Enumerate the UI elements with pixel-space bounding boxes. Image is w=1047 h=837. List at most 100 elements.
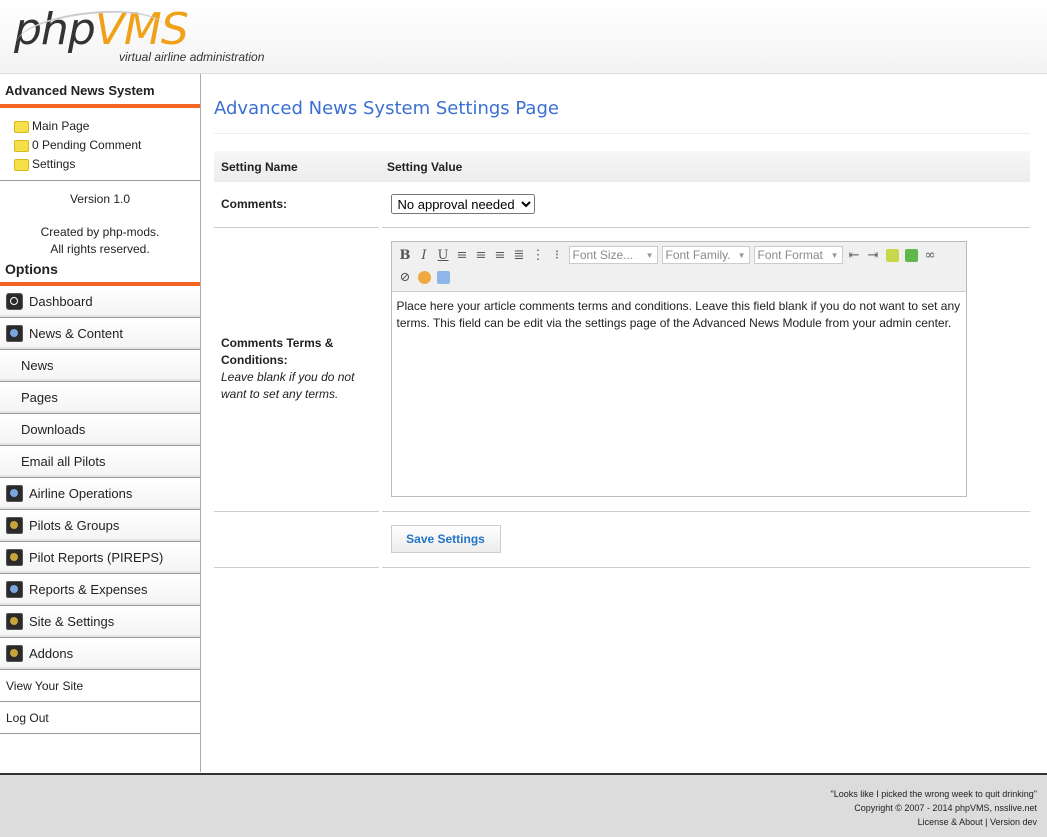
terms-editor-cell: B I U ≡ ≡ ≡ ≣ ⋮ ⁝ Font Size... ▼ Font Fam… [378, 227, 1030, 512]
emoticon-icon[interactable] [415, 268, 434, 287]
font-size-dropdown[interactable]: Font Size... ▼ [568, 246, 658, 264]
indent-icon[interactable]: ⇥ [864, 246, 883, 265]
menu-news-content[interactable]: News & Content [0, 318, 200, 350]
menu-log-out[interactable]: Log Out [0, 702, 200, 734]
source-icon[interactable] [434, 268, 453, 287]
edit-html-icon[interactable] [883, 246, 902, 265]
font-format-label: Font Format [757, 248, 823, 262]
menu-addons[interactable]: Addons [0, 638, 200, 670]
module-version: Version 1.0 [69, 192, 131, 206]
unordered-list-icon[interactable]: ⁝ [548, 246, 567, 265]
license-link[interactable]: License & About [918, 817, 983, 827]
menu-news-label: News [21, 358, 54, 373]
align-left-icon[interactable]: ≡ [453, 246, 472, 265]
footer-links: License & About | Version dev [0, 815, 1037, 829]
chevron-down-icon: ▼ [645, 250, 654, 260]
link-settings[interactable]: Settings [14, 155, 200, 174]
editor-content[interactable]: Place here your article comments terms a… [392, 292, 966, 338]
table-header-row: Setting Name Setting Value [214, 151, 1030, 182]
airline-operations-icon [6, 485, 23, 502]
col-setting-value: Setting Value [380, 151, 1030, 182]
link-main-page[interactable]: Main Page [14, 117, 200, 136]
menu-site-settings[interactable]: Site & Settings [0, 606, 200, 638]
font-family-dropdown[interactable]: Font Family. ▼ [661, 246, 750, 264]
toolbar-row-2: ⊘ [396, 266, 962, 288]
insert-image-swatch [904, 248, 918, 262]
link-pending-comment-label: 0 Pending Comment [32, 138, 142, 152]
menu-pilot-reports-label: Pilot Reports (PIREPS) [29, 550, 164, 565]
footer-copyright: Copyright © 2007 - 2014 phpVMS, nsslive.… [854, 803, 1037, 813]
menu-pilots-groups[interactable]: Pilots & Groups [0, 510, 200, 542]
align-center-icon[interactable]: ≡ [472, 246, 491, 265]
dashboard-icon [6, 293, 23, 310]
menu-reports-expenses-label: Reports & Expenses [29, 582, 148, 597]
menu-news[interactable]: News [0, 350, 200, 382]
table-row: Comments Terms & Conditions: Leave blank… [214, 227, 1030, 512]
font-family-label: Font Family. [665, 248, 731, 262]
menu-news-content-label: News & Content [29, 326, 123, 341]
link-icon[interactable]: ∞ [921, 246, 940, 265]
credits-prefix: Created by [40, 225, 103, 239]
settings-table: Setting Name Setting Value Comments: No … [214, 151, 1030, 568]
emoticon-swatch [417, 270, 431, 284]
link-main-page-label: Main Page [32, 119, 90, 133]
table-row: Comments: No approval needed [214, 182, 1030, 228]
footer: "Looks like I picked the wrong week to q… [0, 773, 1047, 837]
menu-airline-operations[interactable]: Airline Operations [0, 478, 200, 510]
font-size-label: Font Size... [572, 248, 634, 262]
col-setting-name: Setting Name [214, 151, 380, 182]
save-settings-button[interactable]: Save Settings [390, 525, 501, 553]
table-row: Save Settings [214, 511, 1030, 568]
module-credits: Created by php-mods. All rights reserved… [0, 224, 200, 258]
align-right-icon[interactable]: ≡ [491, 246, 510, 265]
rich-text-editor: B I U ≡ ≡ ≡ ≣ ⋮ ⁝ Font Size... ▼ Font Fam… [390, 241, 967, 497]
link-pending-comment[interactable]: 0 Pending Comment [14, 136, 200, 155]
credits-rights: All rights reserved. [50, 242, 150, 256]
unlink-icon[interactable]: ⊘ [396, 268, 415, 287]
editor-toolbar: B I U ≡ ≡ ≡ ≣ ⋮ ⁝ Font Size... ▼ Font Fam… [391, 242, 966, 292]
header: phpVMS virtual airline administration [0, 0, 1047, 74]
menu-downloads-label: Downloads [21, 422, 86, 437]
menu-dashboard[interactable]: Dashboard [0, 286, 200, 318]
footer-quote: "Looks like I picked the wrong week to q… [830, 789, 1038, 799]
underline-icon[interactable]: U [434, 246, 453, 265]
menu-pages-label: Pages [21, 390, 58, 405]
align-justify-icon[interactable]: ≣ [510, 246, 529, 265]
insert-image-icon[interactable] [902, 246, 921, 265]
comments-approval-select[interactable]: No approval needed [390, 194, 535, 215]
chevron-down-icon: ▼ [737, 250, 746, 260]
credits-author-link[interactable]: php-mods [103, 225, 156, 239]
chevron-down-icon: ▼ [830, 250, 839, 260]
options-title: Options [0, 258, 200, 286]
pilot-reports-icon [6, 549, 23, 566]
menu-view-site[interactable]: View Your Site [0, 670, 200, 702]
menu-pages[interactable]: Pages [0, 382, 200, 414]
menu-downloads[interactable]: Downloads [0, 414, 200, 446]
reports-expenses-icon [6, 581, 23, 598]
comments-value-cell: No approval needed [378, 182, 1030, 228]
font-format-dropdown[interactable]: Font Format ▼ [753, 246, 843, 264]
italic-icon[interactable]: I [415, 246, 434, 265]
sidebar: Advanced News System Main Page 0 Pending… [0, 74, 201, 772]
menu-email-pilots[interactable]: Email all Pilots [0, 446, 200, 478]
terms-label: Comments Terms & Conditions: [221, 336, 334, 367]
menu-site-settings-label: Site & Settings [29, 614, 115, 629]
main-content: Advanced News System Settings Page Setti… [214, 74, 1030, 568]
edit-html-swatch [885, 248, 899, 262]
menu-log-out-label: Log Out [6, 710, 49, 725]
phpvms-logo[interactable]: phpVMS [13, 4, 189, 68]
terms-hint: Leave blank if you do not want to set an… [221, 370, 355, 401]
toolbar-row-1: B I U ≡ ≡ ≡ ≣ ⋮ ⁝ Font Size... ▼ Font Fam… [396, 244, 962, 266]
comments-label: Comments: [214, 182, 380, 228]
menu-view-site-label: View Your Site [6, 678, 84, 693]
folder-icon [14, 120, 29, 133]
link-settings-label: Settings [32, 157, 76, 171]
folder-icon [14, 139, 29, 152]
ordered-list-icon[interactable]: ⋮ [529, 246, 548, 265]
menu-pilot-reports[interactable]: Pilot Reports (PIREPS) [0, 542, 200, 574]
bold-icon[interactable]: B [396, 246, 415, 265]
menu-addons-label: Addons [29, 646, 74, 661]
outdent-icon[interactable]: ⇤ [845, 246, 864, 265]
menu-reports-expenses[interactable]: Reports & Expenses [0, 574, 200, 606]
credits-suffix: . [156, 225, 160, 239]
